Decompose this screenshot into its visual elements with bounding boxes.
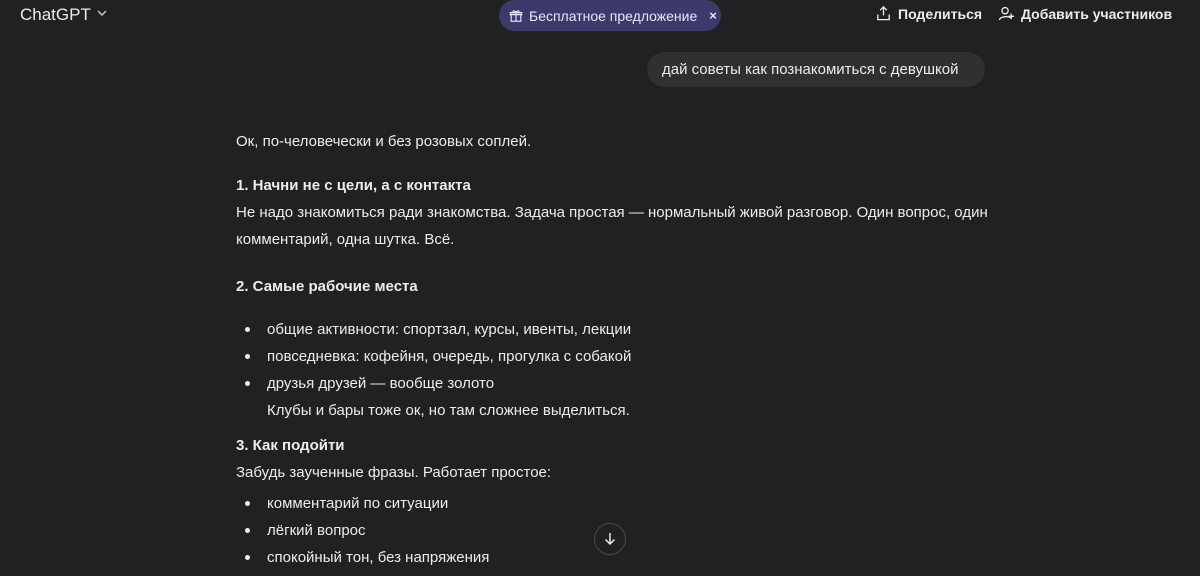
- section-2-title: 2. Самые рабочие места: [236, 278, 418, 295]
- add-person-icon: [998, 5, 1015, 22]
- brand-title: ChatGPT: [20, 5, 91, 24]
- free-offer-label: Бесплатное предложение: [529, 7, 698, 24]
- gift-icon: [509, 9, 523, 23]
- section-2-note: Клубы и бары тоже ок, но там сложнее выд…: [267, 402, 630, 419]
- free-offer-pill[interactable]: Бесплатное предложение ×: [499, 0, 721, 31]
- top-bar: ChatGPT Бесплатное предложение × Поделит…: [0, 0, 1200, 31]
- list-item: комментарий по ситуации: [236, 490, 996, 517]
- section-3-text: Забудь заученные фразы. Работает простое…: [236, 464, 552, 481]
- close-offer-button[interactable]: ×: [709, 8, 717, 23]
- section-1-text: Не надо знакомиться ради знакомства. Зад…: [236, 204, 988, 248]
- answer-intro: Ок, по-человечески и без розовых соплей.: [236, 133, 532, 150]
- share-button[interactable]: Поделиться: [875, 5, 982, 22]
- chevron-down-icon: [95, 5, 109, 25]
- arrow-down-icon: [602, 531, 618, 547]
- section-1-title: 1. Начни не с цели, а с контакта: [236, 177, 471, 194]
- share-icon: [875, 5, 892, 22]
- add-members-label: Добавить участников: [1021, 5, 1173, 22]
- list-item: повседневка: кофейня, очередь, прогулка …: [236, 343, 996, 370]
- list-item: друзья друзей — вообще золото: [236, 370, 996, 397]
- assistant-message: Ок, по-человечески и без розовых соплей.…: [236, 128, 996, 571]
- section-3-title: 3. Как подойти: [236, 437, 345, 454]
- user-message-text: дай советы как познакомиться с девушкой: [662, 61, 959, 78]
- section-2-list: общие активности: спортзал, курсы, ивент…: [236, 316, 996, 397]
- share-label: Поделиться: [898, 5, 983, 22]
- model-selector[interactable]: ChatGPT: [20, 5, 109, 25]
- scroll-to-bottom-button[interactable]: [594, 523, 626, 555]
- add-members-button[interactable]: Добавить участников: [998, 5, 1172, 22]
- list-item: общие активности: спортзал, курсы, ивент…: [236, 316, 996, 343]
- user-message-bubble: дай советы как познакомиться с девушкой: [647, 52, 985, 87]
